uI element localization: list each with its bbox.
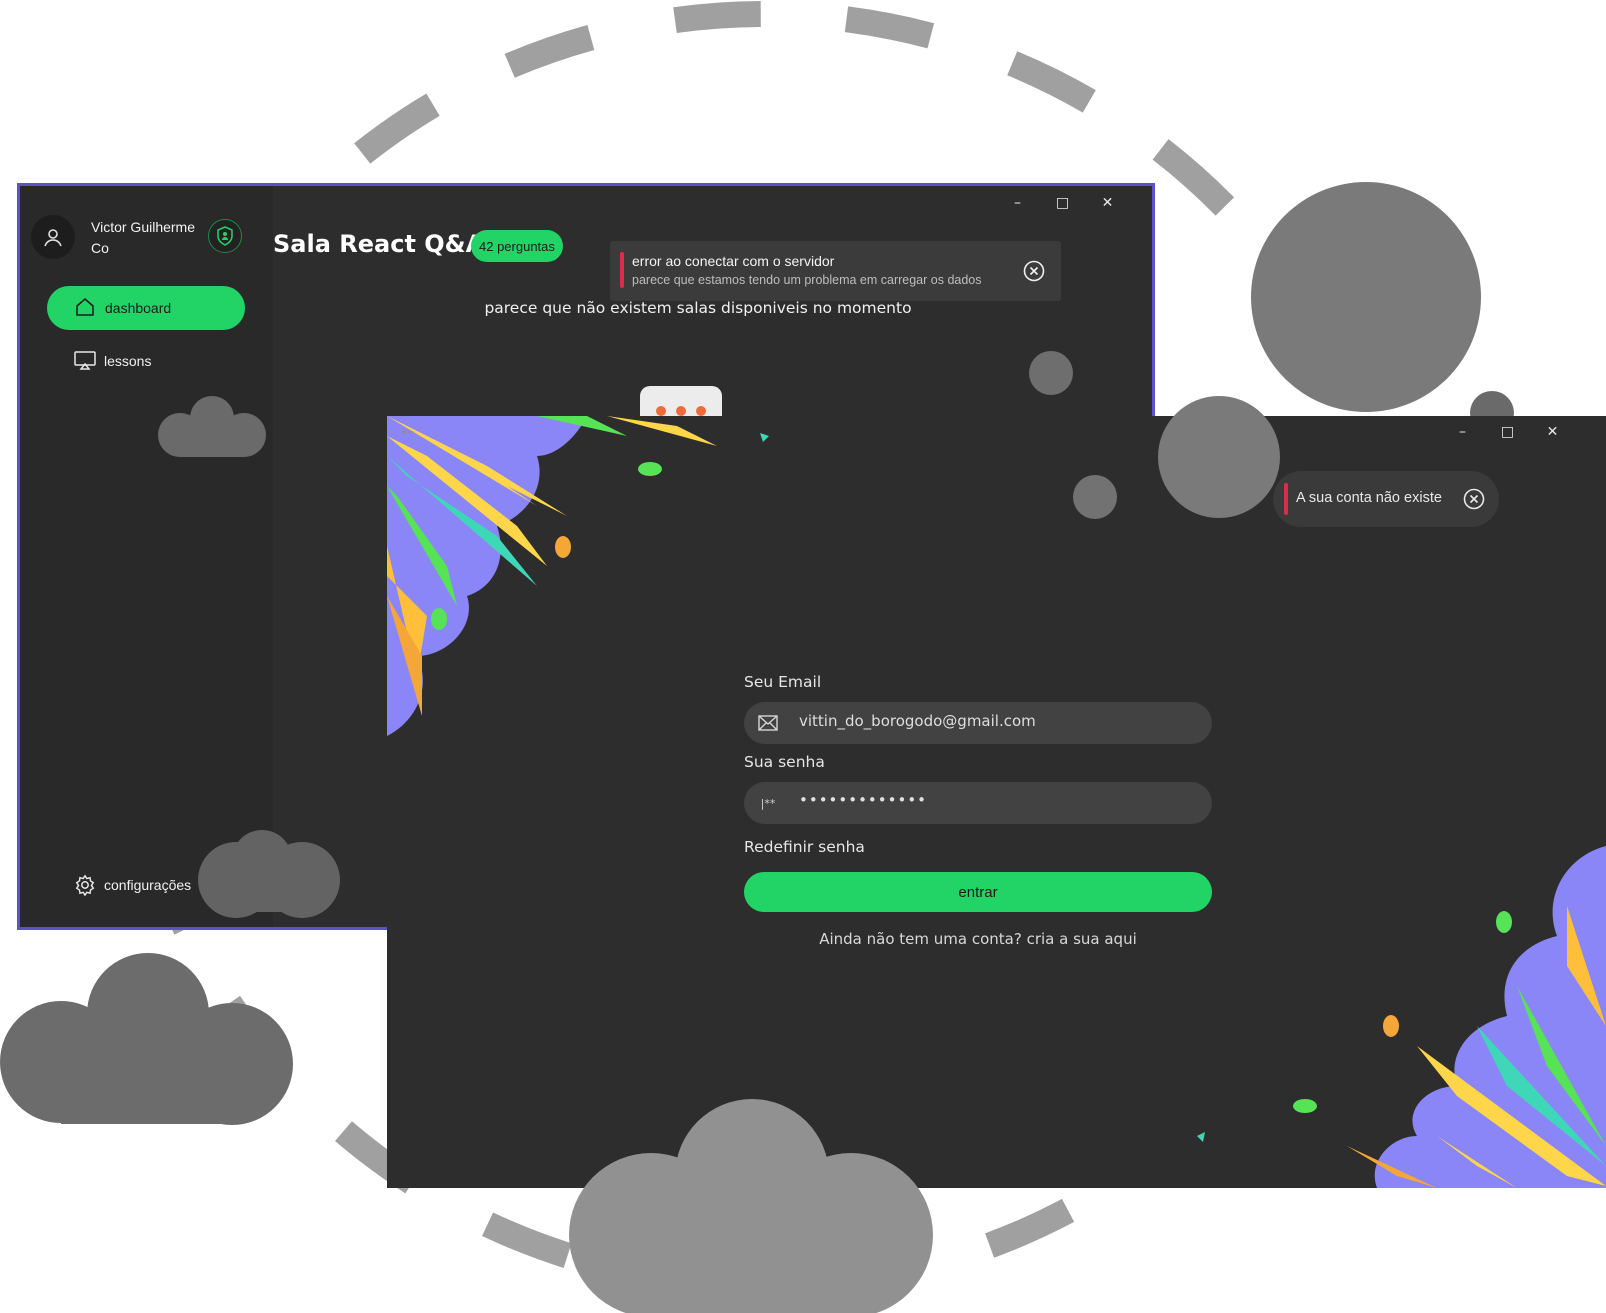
cloud [198, 830, 340, 918]
bubble [1073, 475, 1117, 519]
bubble [1158, 396, 1280, 518]
cloud [569, 1099, 933, 1313]
foreground-decoration [198, 396, 1280, 1313]
